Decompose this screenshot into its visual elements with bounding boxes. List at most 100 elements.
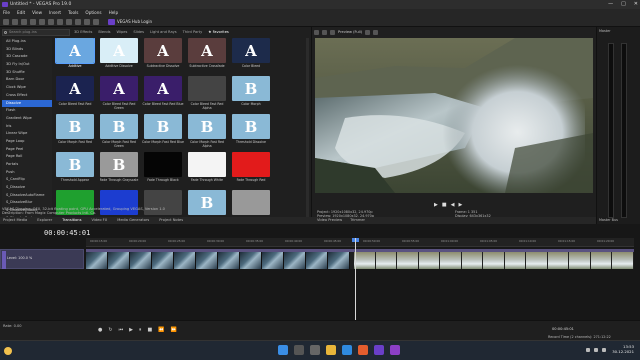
video-track-header[interactable]: Level: 100.0 %: [0, 249, 84, 269]
snapshot-icon[interactable]: [373, 29, 379, 35]
search-icon[interactable]: [294, 345, 304, 355]
task-view-icon[interactable]: [310, 345, 320, 355]
properties-icon[interactable]: [39, 18, 45, 25]
plugin-tree-item[interactable]: 3D Cascade: [2, 53, 52, 61]
plugin-tree-item[interactable]: S_DissolveBlur: [2, 199, 52, 207]
plugin-tree-item[interactable]: 3D Fly In/Out: [2, 61, 52, 69]
menu-help[interactable]: Help: [109, 9, 119, 17]
menu-file[interactable]: File: [3, 9, 10, 17]
plugin-tree-item[interactable]: Linear Wipe: [2, 130, 52, 138]
plugin-tree-item[interactable]: Iris: [2, 123, 52, 131]
playhead[interactable]: [355, 238, 356, 328]
go-to-start-icon[interactable]: ⏪: [158, 327, 164, 333]
transition-thumbnail[interactable]: B Threshold Dissolve: [230, 114, 272, 151]
preview-quality-dropdown[interactable]: Preview (Full): [338, 30, 362, 34]
plugin-tree-item[interactable]: 3D Shuffle: [2, 69, 52, 77]
plugin-tree-item[interactable]: Page Roll: [2, 153, 52, 161]
tab-video-preview[interactable]: Video Preview: [317, 217, 342, 224]
weather-icon[interactable]: [4, 347, 12, 355]
transition-thumbnail[interactable]: A Subtractive Crossfade: [186, 38, 228, 75]
tab-video-fx[interactable]: Video FX: [91, 217, 107, 224]
open-icon[interactable]: [12, 18, 18, 25]
plugin-tree-item[interactable]: S_CardFlip: [2, 176, 52, 184]
transition-thumbnail[interactable]: B Threshold Appear: [54, 152, 96, 189]
timeline-ruler[interactable]: 00:00:15:00 00:00:20:00 00:00:25:00 00:00:3…: [86, 238, 634, 247]
filter-tab-blends[interactable]: Blends: [98, 29, 110, 36]
menu-view[interactable]: View: [32, 9, 42, 17]
video-clip-1[interactable]: [86, 249, 354, 269]
minimize-button[interactable]: —: [608, 0, 613, 9]
plugin-tree-item[interactable]: Flash: [2, 107, 52, 115]
firefox-icon[interactable]: [358, 345, 368, 355]
transition-thumbnail[interactable]: A Subtractive Dissolve: [142, 38, 184, 75]
tab-project-notes[interactable]: Project Notes: [159, 217, 183, 224]
record-icon[interactable]: ●: [98, 327, 102, 333]
redo-icon[interactable]: [84, 18, 90, 25]
go-to-end-icon[interactable]: ⏩: [170, 327, 176, 333]
save-icon[interactable]: [21, 18, 27, 25]
plugin-tree-item[interactable]: S_Dissolve: [2, 184, 52, 192]
file-explorer-icon[interactable]: [326, 345, 336, 355]
plugin-tree-item[interactable]: Dissolve: [2, 99, 52, 108]
clock[interactable]: 13:53 30.12.2021: [612, 344, 634, 354]
cut-icon[interactable]: [48, 18, 54, 25]
filter-tab-wipes[interactable]: Wipes: [117, 29, 128, 36]
menu-tools[interactable]: Tools: [68, 9, 78, 17]
render-icon[interactable]: [30, 18, 36, 25]
plugin-tree-item[interactable]: Barn Door: [2, 76, 52, 84]
play-from-start-icon[interactable]: ⏮: [119, 327, 124, 333]
menu-insert[interactable]: Insert: [49, 9, 61, 17]
tab-transitions[interactable]: Transitions: [62, 217, 81, 224]
tab-explorer[interactable]: Explorer: [37, 217, 52, 224]
preview-stop-icon[interactable]: ■: [442, 202, 447, 208]
transition-thumbnail[interactable]: Fade Through Black: [142, 152, 184, 189]
tab-project-media[interactable]: Project Media: [3, 217, 27, 224]
filter-tab-3d-effects[interactable]: 3D Effects: [74, 29, 92, 36]
menu-edit[interactable]: Edit: [17, 9, 25, 17]
app-icon[interactable]: [390, 345, 400, 355]
transition-thumbnail[interactable]: B Color Morph Fast Red Green: [98, 114, 140, 151]
external-monitor-icon[interactable]: [322, 29, 327, 35]
preview-settings-icon[interactable]: [314, 29, 319, 35]
transition-thumbnail[interactable]: A Color Bleed: [230, 38, 272, 75]
plugin-tree-item[interactable]: Portals: [2, 161, 52, 169]
filter-tab-third-party[interactable]: Third Party: [183, 29, 203, 36]
plugin-tree-item[interactable]: All Plug-ins: [2, 38, 52, 46]
transition-thumbnail[interactable]: B Fade Through Grayscale: [98, 152, 140, 189]
tab-trimmer[interactable]: Trimmer: [350, 217, 365, 224]
tab-media-generators[interactable]: Media Generators: [117, 217, 149, 224]
pause-icon[interactable]: ⏸: [139, 327, 142, 333]
transition-thumbnail[interactable]: A Additive Dissolve: [98, 38, 140, 75]
transition-thumbnail[interactable]: Color Bleed Fast Red Alpha: [186, 76, 228, 113]
undo-icon[interactable]: [75, 18, 81, 25]
stop-icon[interactable]: ■: [147, 327, 152, 333]
loop-icon[interactable]: ↻: [108, 327, 112, 333]
preview-prev-frame-icon[interactable]: ◀: [451, 202, 455, 208]
transition-thumbnail[interactable]: A Color Bleed Fast Red Blue: [142, 76, 184, 113]
transition-thumbnail[interactable]: B Color Morph: [230, 76, 272, 113]
copy-icon[interactable]: [57, 18, 63, 25]
transition-thumbnail[interactable]: Fade Through Red: [230, 152, 272, 189]
menu-options[interactable]: Options: [85, 9, 101, 17]
volume-icon[interactable]: [594, 348, 598, 352]
start-icon[interactable]: [278, 345, 288, 355]
settings-icon[interactable]: [93, 18, 99, 25]
preview-next-frame-icon[interactable]: ▶: [458, 202, 462, 208]
language-indicator[interactable]: [602, 348, 606, 352]
transition-thumbnail[interactable]: B Color Morph Fast Red Alpha: [186, 114, 228, 151]
plugin-tree-item[interactable]: Clock Wipe: [2, 84, 52, 92]
close-button[interactable]: ✕: [634, 0, 638, 9]
plugin-tree-item[interactable]: 3D Blinds: [2, 46, 52, 54]
edge-icon[interactable]: [342, 345, 352, 355]
transition-thumbnail[interactable]: A Color Bleed Fast Red: [54, 76, 96, 113]
network-icon[interactable]: [586, 348, 590, 352]
filter-tab-light-rays[interactable]: Light and Rays: [150, 29, 177, 36]
paste-icon[interactable]: [66, 18, 72, 25]
maximize-button[interactable]: □: [621, 0, 626, 9]
filter-tab-favorites[interactable]: ★ Favorites: [208, 29, 229, 36]
transition-thumbnail[interactable]: Fade Through White: [186, 152, 228, 189]
video-clip-2[interactable]: [354, 249, 634, 269]
plugin-tree-item[interactable]: Gradient Wipe: [2, 115, 52, 123]
transition-thumbnail[interactable]: B Color Morph Fast Red Blue: [142, 114, 184, 151]
thumbnail-scrollbar[interactable]: [306, 38, 309, 226]
